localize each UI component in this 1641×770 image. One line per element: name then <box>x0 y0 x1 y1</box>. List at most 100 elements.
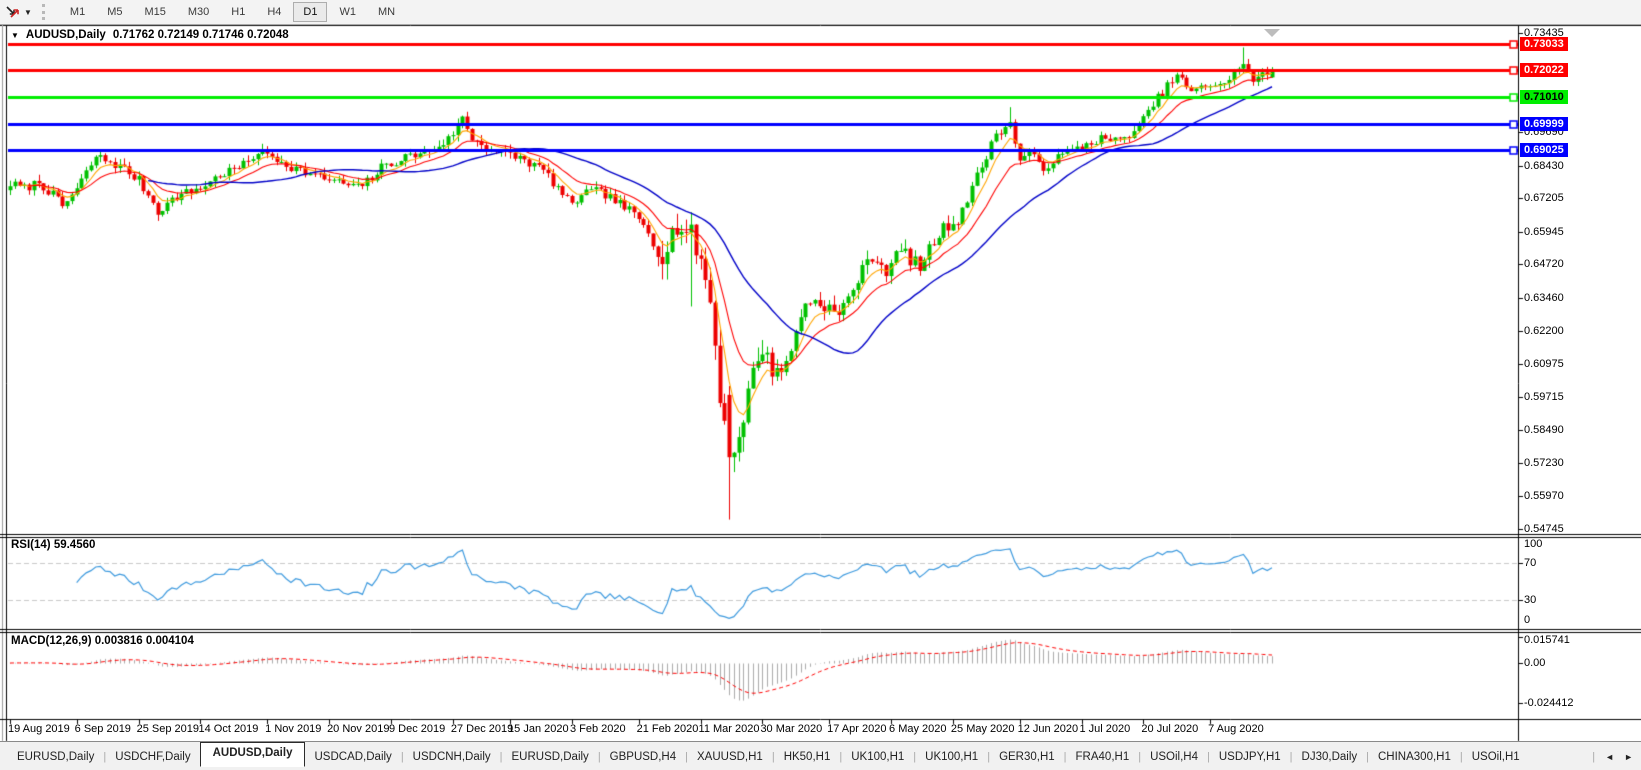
timeframe-button-m1[interactable]: M1 <box>60 2 95 22</box>
macd-tick-label: 0.015741 <box>1524 634 1570 646</box>
chart-tabs-bar: EURUSD,Daily | USDCHF,Daily AUDUSD,Daily USD… <box>0 741 1641 770</box>
tab-uk100-h1[interactable]: UK100,H1 <box>918 747 985 767</box>
date-label: 27 Dec 2019 <box>450 723 514 735</box>
tab-dj30-daily[interactable]: DJ30,Daily <box>1295 747 1365 767</box>
date-label: 17 Apr 2020 <box>827 723 887 735</box>
timeframe-button-h4[interactable]: H4 <box>257 2 291 22</box>
ohlc-values: 0.71762 0.72149 0.71746 0.72048 <box>112 29 289 41</box>
chart-canvas[interactable] <box>0 0 1641 770</box>
level-price-badge: 0.71010 <box>1520 90 1568 105</box>
date-label: 21 Feb 2020 <box>636 723 699 735</box>
tab-separator: | <box>597 750 601 763</box>
timeframe-button-w1[interactable]: W1 <box>329 2 366 22</box>
date-label: 25 May 2020 <box>950 723 1015 735</box>
tab-eurusd-daily[interactable]: EURUSD,Daily <box>10 747 101 767</box>
mt4-window: ▼ M1 M5 M15 M30 H1 H4 D1 W1 MN ▼ AUDUSD,Daily 0.… <box>0 0 1641 770</box>
rsi-tick-label: 70 <box>1524 557 1537 569</box>
arrows-tool-icon[interactable] <box>5 4 21 20</box>
level-price-badge: 0.69999 <box>1520 117 1568 132</box>
tab-separator: | <box>400 750 404 763</box>
date-label: 1 Nov 2019 <box>265 723 322 735</box>
date-label: 7 Aug 2020 <box>1208 723 1264 735</box>
timeframe-button-h1[interactable]: H1 <box>221 2 255 22</box>
price-tick-label: 0.65945 <box>1524 225 1564 238</box>
tab-separator: | <box>685 750 688 763</box>
rsi-tick-label: 100 <box>1524 538 1543 550</box>
timeframe-button-m5[interactable]: M5 <box>97 2 132 22</box>
tab-xauusd-h1[interactable]: XAUUSD,H1 <box>690 747 770 767</box>
date-label: 19 Aug 2019 <box>8 723 70 735</box>
macd-label: MACD(12,26,9) 0.003816 0.004104 <box>11 635 194 647</box>
symbol-dropdown-icon[interactable]: ▼ <box>11 31 19 40</box>
date-label: 12 Jun 2020 <box>1017 723 1079 735</box>
date-label: 6 Sep 2019 <box>74 723 131 735</box>
rsi-label: RSI(14) 59.4560 <box>11 539 96 551</box>
tab-separator: | <box>103 750 107 763</box>
tab-eurusd-daily[interactable]: EURUSD,Daily <box>504 747 595 767</box>
tab-usdcad-daily[interactable]: USDCAD,Daily <box>307 747 398 767</box>
price-tick-label: 0.57230 <box>1524 457 1564 470</box>
timeframe-button-m30[interactable]: M30 <box>178 2 219 22</box>
tab-fra40-h1[interactable]: FRA40,H1 <box>1069 747 1137 767</box>
symbol-timeframe-label: AUDUSD,Daily <box>25 29 106 41</box>
tab-separator: | <box>1366 750 1369 763</box>
date-label: 3 Feb 2020 <box>569 723 626 735</box>
tab-hk50-h1[interactable]: HK50,H1 <box>777 747 838 767</box>
price-tick-label: 0.63460 <box>1524 291 1564 304</box>
macd-tick-label: -0.024412 <box>1524 697 1574 710</box>
rsi-tick-label: 0 <box>1524 614 1531 626</box>
timeframe-button-mn[interactable]: MN <box>368 2 405 22</box>
tab-usdchf-daily[interactable]: USDCHF,Daily <box>108 747 197 767</box>
tabs-scroll-right-icon[interactable]: ► <box>1624 752 1633 762</box>
tab-separator: | <box>913 750 917 763</box>
tab-separator: | <box>1138 750 1142 763</box>
tab-uk100-h1[interactable]: UK100,H1 <box>844 747 911 767</box>
date-label: 9 Dec 2019 <box>388 723 446 735</box>
tab-separator: | <box>1207 750 1210 763</box>
rsi-tick-label: 30 <box>1524 594 1537 606</box>
tab-separator: | <box>499 750 503 763</box>
tab-separator: | <box>839 750 843 763</box>
price-tick-label: 0.68430 <box>1524 159 1564 172</box>
tabs-scroll-left-icon[interactable]: ◄ <box>1605 752 1614 762</box>
tab-china300-h1[interactable]: CHINA300,H1 <box>1371 747 1458 767</box>
chart-title: ▼ AUDUSD,Daily 0.71762 0.72149 0.71746 0… <box>11 29 289 41</box>
timeframe-toolbar: M1 M5 M15 M30 H1 H4 D1 W1 MN <box>59 2 406 22</box>
toolbar-grip[interactable] <box>41 4 49 20</box>
date-label: 30 Mar 2020 <box>760 723 823 735</box>
tab-ger30-h1[interactable]: GER30,H1 <box>992 747 1062 767</box>
price-tick-label: 0.58490 <box>1524 423 1564 436</box>
chart-shift-marker[interactable] <box>1264 29 1280 37</box>
tab-usdjpy-h1[interactable]: USDJPY,H1 <box>1212 747 1288 767</box>
date-label: 20 Nov 2019 <box>327 723 390 735</box>
chart-tabs: EURUSD,Daily | USDCHF,Daily AUDUSD,Daily USD… <box>10 742 1575 770</box>
tab-separator: | <box>1063 750 1067 763</box>
tab-separator: | <box>771 750 775 763</box>
date-label: 15 Jan 2020 <box>508 723 569 735</box>
tab-gbpusd-h4[interactable]: GBPUSD,H4 <box>603 747 683 767</box>
timeframe-button-d1[interactable]: D1 <box>293 2 328 22</box>
date-label: 25 Sep 2019 <box>136 723 199 735</box>
level-price-badge: 0.69025 <box>1520 143 1568 158</box>
tab-usoil-h4[interactable]: USOil,H4 <box>1143 747 1205 767</box>
price-tick-label: 0.62200 <box>1524 325 1564 338</box>
date-label: 11 Mar 2020 <box>698 723 760 735</box>
tab-usoil-h1[interactable]: USOil,H1 <box>1465 747 1527 767</box>
tabs-nav-separator: | <box>1592 750 1596 763</box>
price-tick-label: 0.67205 <box>1524 192 1564 205</box>
price-tick-label: 0.54745 <box>1524 523 1564 535</box>
tab-separator: | <box>987 750 991 763</box>
level-price-badge: 0.73033 <box>1520 36 1568 51</box>
price-tick-label: 0.59715 <box>1524 391 1564 404</box>
price-tick-label: 0.60975 <box>1524 357 1564 370</box>
tool-dropdown-caret[interactable]: ▼ <box>24 8 32 17</box>
price-tick-label: 0.55970 <box>1524 490 1564 503</box>
date-label: 6 May 2020 <box>889 723 947 735</box>
tab-audusd-daily[interactable]: AUDUSD,Daily <box>199 742 306 767</box>
tab-usdcnh-daily[interactable]: USDCNH,Daily <box>406 747 498 767</box>
tabs-nav: | ◄ ► <box>1592 742 1633 770</box>
timeframe-button-m15[interactable]: M15 <box>134 2 175 22</box>
macd-tick-label: 0.00 <box>1524 657 1546 669</box>
date-label: 14 Oct 2019 <box>198 723 259 735</box>
date-label: 1 Jul 2020 <box>1079 723 1131 735</box>
